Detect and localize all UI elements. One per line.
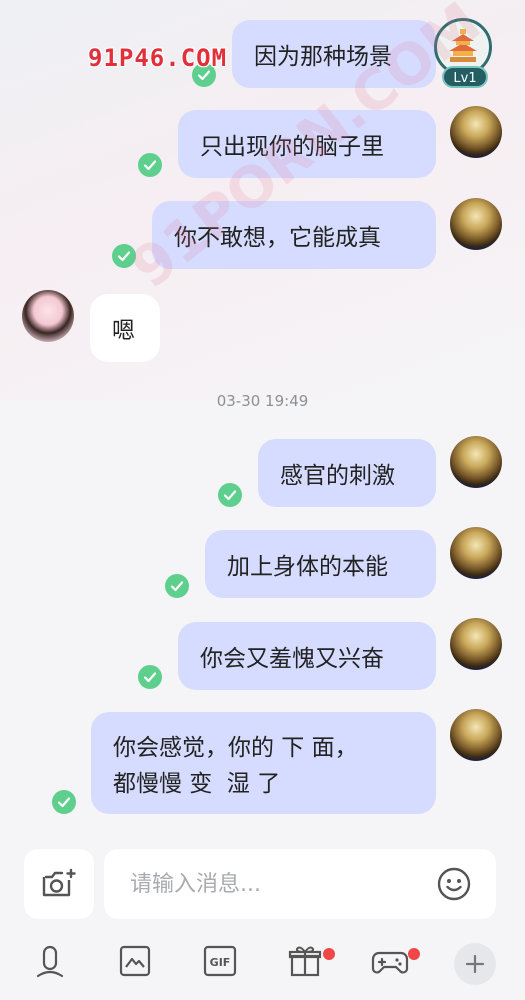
bottom-toolbar: GIF [0, 935, 525, 995]
contact-avatar[interactable] [22, 290, 74, 342]
message-text: 加上身体的本能 [227, 554, 388, 580]
read-check-icon [52, 790, 76, 814]
image-button[interactable] [113, 939, 157, 983]
gamepad-icon [371, 951, 409, 974]
camera-button[interactable] [24, 849, 94, 919]
message-bubble[interactable]: 你不敢想，它能成真 [152, 201, 436, 269]
my-avatar[interactable] [450, 527, 502, 579]
read-check-icon [138, 153, 162, 177]
message-text-line: 你会感觉，你的 下 面， [113, 735, 358, 761]
message-text: 因为那种场景 [254, 44, 392, 70]
message-bubble[interactable]: 嗯 [90, 294, 160, 362]
message-text: 嗯 [112, 318, 135, 344]
read-check-icon [165, 574, 189, 598]
my-avatar[interactable] [450, 106, 502, 158]
message-bubble[interactable]: 加上身体的本能 [205, 530, 436, 598]
camera-plus-icon [42, 868, 76, 897]
message-bubble[interactable]: 因为那种场景 [232, 20, 436, 88]
message-text: 只出现你的脑子里 [200, 134, 384, 160]
message-input-box[interactable] [104, 849, 496, 919]
voice-button[interactable] [28, 939, 72, 983]
message-bubble[interactable]: 只出现你的脑子里 [178, 110, 436, 178]
gif-icon: GIF [203, 945, 237, 977]
plus-icon [465, 954, 485, 974]
my-avatar[interactable] [450, 198, 502, 250]
gift-button[interactable] [283, 939, 327, 983]
message-text: 你不敢想，它能成真 [174, 225, 381, 251]
message-timestamp: 03-30 19:49 [216, 392, 309, 410]
read-check-icon [218, 483, 242, 507]
read-check-icon [112, 244, 136, 268]
message-bubble[interactable]: 你会感觉，你的 下 面， 都慢慢 变 湿 了 [91, 712, 436, 814]
gift-notification-dot [323, 948, 335, 960]
gif-button[interactable]: GIF [198, 939, 242, 983]
game-notification-dot [408, 948, 420, 960]
svg-text:GIF: GIF [210, 956, 231, 969]
image-icon [119, 945, 151, 977]
message-bubble[interactable]: 感官的刺激 [258, 439, 436, 507]
message-text: 你会又羞愧又兴奋 [200, 646, 384, 672]
emoji-button[interactable] [436, 866, 472, 906]
my-avatar[interactable] [450, 618, 502, 670]
smiley-icon [437, 867, 471, 901]
my-avatar[interactable] [450, 709, 502, 761]
level-badge: Lv1 [442, 66, 488, 88]
message-input[interactable] [128, 870, 422, 898]
gift-icon [288, 946, 322, 977]
my-avatar[interactable] [450, 436, 502, 488]
read-check-icon [138, 665, 162, 689]
message-text-line: 都慢慢 变 湿 了 [113, 771, 281, 797]
game-button[interactable] [368, 939, 412, 983]
message-text: 感官的刺激 [280, 463, 395, 489]
watermark: 91P46.COM [88, 44, 228, 72]
message-bubble[interactable]: 你会又羞愧又兴奋 [178, 622, 436, 690]
more-button[interactable] [454, 943, 496, 985]
voice-icon [36, 945, 64, 978]
